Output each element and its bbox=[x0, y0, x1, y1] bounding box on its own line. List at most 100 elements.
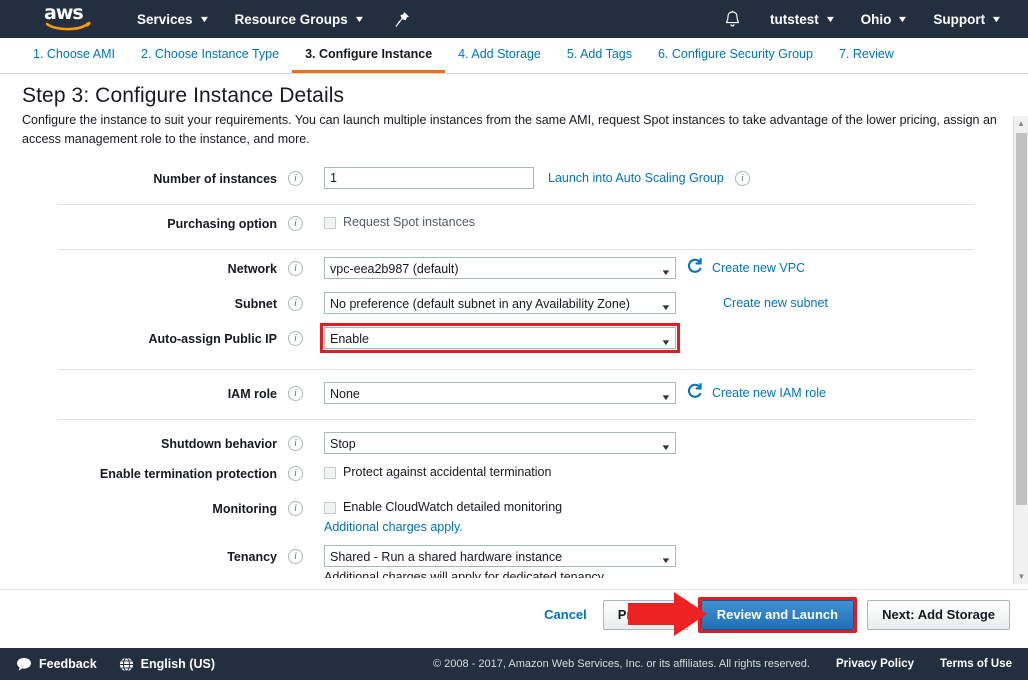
wizard-tab-7[interactable]: 7. Review bbox=[826, 47, 907, 73]
iam-role-select[interactable]: None ▼ bbox=[324, 382, 676, 404]
terms-of-use-link[interactable]: Terms of Use bbox=[940, 658, 1012, 670]
feedback-button[interactable]: Feedback bbox=[16, 657, 97, 672]
aws-smile-icon bbox=[46, 21, 91, 31]
info-icon[interactable]: i bbox=[288, 549, 303, 564]
wizard-tab-1[interactable]: 1. Choose AMI bbox=[20, 47, 128, 73]
wizard-tab-5[interactable]: 5. Add Tags bbox=[554, 47, 645, 73]
additional-charges-apply-link[interactable]: Additional charges apply. bbox=[324, 520, 987, 534]
nav-region-menu[interactable]: Ohio ▼ bbox=[848, 0, 921, 38]
request-spot-instances-checkbox[interactable] bbox=[324, 217, 336, 229]
info-icon[interactable]: i bbox=[288, 261, 303, 276]
create-new-vpc-link[interactable]: Create new VPC bbox=[712, 257, 805, 279]
auto-assign-public-ip-highlight: Enable ▼ bbox=[320, 323, 680, 353]
next-add-storage-button[interactable]: Next: Add Storage bbox=[867, 599, 1010, 630]
info-icon[interactable]: i bbox=[288, 386, 303, 401]
nav-account-label: tutstest bbox=[769, 11, 819, 27]
content-vertical-scrollbar[interactable]: ▲ ▼ bbox=[1013, 116, 1028, 584]
aws-wordmark: aws bbox=[44, 2, 84, 24]
create-new-iam-role-link[interactable]: Create new IAM role bbox=[712, 382, 826, 404]
cloudwatch-monitoring-label: Enable CloudWatch detailed monitoring bbox=[343, 500, 563, 514]
launch-into-auto-scaling-group-link[interactable]: Launch into Auto Scaling Group bbox=[548, 167, 724, 189]
chevron-down-icon: ▼ bbox=[660, 556, 672, 565]
page-heading-block: Step 3: Configure Instance Details Confi… bbox=[0, 74, 1028, 149]
subnet-select-value: No preference (default subnet in any Ava… bbox=[330, 297, 630, 311]
cancel-link[interactable]: Cancel bbox=[544, 607, 587, 622]
info-icon[interactable]: i bbox=[288, 466, 303, 481]
info-icon[interactable]: i bbox=[734, 171, 750, 186]
field-row-auto-assign-public-ip: Auto-assign Public IP i Enable ▼ bbox=[22, 320, 987, 355]
scroll-down-button[interactable]: ▼ bbox=[1014, 569, 1028, 584]
nav-resource-groups[interactable]: Resource Groups ▼ bbox=[221, 0, 376, 38]
language-selector[interactable]: English (US) bbox=[119, 656, 215, 672]
info-icon[interactable]: i bbox=[288, 436, 303, 451]
field-row-monitoring: Monitoring i Enable CloudWatch detailed … bbox=[22, 490, 987, 534]
field-row-number-of-instances: Number of instances i Launch into Auto S… bbox=[22, 160, 987, 195]
iam-role-select-value: None bbox=[330, 387, 360, 401]
globe-icon bbox=[119, 656, 133, 672]
previous-button[interactable]: Previous bbox=[602, 599, 688, 630]
auto-assign-public-ip-select[interactable]: Enable ▼ bbox=[324, 327, 676, 349]
nav-support-label: Support bbox=[933, 11, 986, 27]
chevron-down-icon: ▼ bbox=[990, 14, 1003, 24]
network-select-value: vpc-eea2b987 (default) bbox=[330, 262, 459, 276]
label-subnet: Subnet bbox=[234, 297, 277, 311]
network-select[interactable]: vpc-eea2b987 (default) ▼ bbox=[324, 257, 676, 279]
scroll-up-button[interactable]: ▲ bbox=[1014, 116, 1028, 131]
feedback-label: Feedback bbox=[39, 657, 97, 671]
chevron-down-icon: ▼ bbox=[824, 14, 836, 24]
nav-account-menu[interactable]: tutstest ▼ bbox=[757, 0, 848, 38]
nav-support-menu[interactable]: Support ▼ bbox=[920, 0, 1014, 38]
field-row-tenancy: Tenancy i Shared - Run a shared hardware… bbox=[22, 534, 987, 578]
page-title: Step 3: Configure Instance Details bbox=[22, 84, 345, 107]
configure-instance-form: Number of instances i Launch into Auto S… bbox=[22, 160, 1008, 588]
number-of-instances-input[interactable] bbox=[324, 167, 534, 189]
nav-services[interactable]: Services ▼ bbox=[124, 0, 221, 38]
refresh-iam-role-icon[interactable] bbox=[686, 382, 703, 406]
privacy-policy-link[interactable]: Privacy Policy bbox=[836, 658, 914, 670]
nav-services-label: Services bbox=[137, 11, 193, 27]
info-icon[interactable]: i bbox=[288, 171, 303, 186]
pushpin-icon[interactable] bbox=[395, 11, 410, 28]
info-icon[interactable]: i bbox=[288, 501, 303, 516]
nav-resource-groups-label: Resource Groups bbox=[234, 11, 348, 27]
nav-region-label: Ohio bbox=[860, 11, 892, 27]
nav-right-group: tutstest ▼ Ohio ▼ Support ▼ bbox=[708, 0, 1014, 38]
wizard-tab-3[interactable]: 3. Configure Instance bbox=[292, 47, 446, 73]
subnet-select[interactable]: No preference (default subnet in any Ava… bbox=[324, 292, 676, 314]
review-and-launch-button[interactable]: Review and Launch bbox=[700, 599, 855, 630]
shutdown-behavior-select[interactable]: Stop ▼ bbox=[324, 432, 676, 454]
label-monitoring: Monitoring bbox=[212, 502, 277, 516]
label-shutdown-behavior: Shutdown behavior bbox=[161, 437, 277, 451]
tenancy-note: Additional charges will apply for dedica… bbox=[324, 570, 607, 578]
field-row-iam-role: IAM role i None ▼ Create new IAM role bbox=[22, 370, 987, 406]
scrollbar-thumb[interactable] bbox=[1016, 133, 1027, 505]
bell-icon[interactable] bbox=[708, 10, 757, 28]
wizard-tab-2[interactable]: 2. Choose Instance Type bbox=[128, 47, 292, 73]
cloudwatch-monitoring-checkbox[interactable] bbox=[324, 502, 336, 514]
chevron-down-icon: ▼ bbox=[660, 268, 672, 277]
field-row-shutdown-behavior: Shutdown behavior i Stop ▼ bbox=[22, 420, 987, 455]
chevron-down-icon: ▼ bbox=[660, 338, 672, 347]
info-icon[interactable]: i bbox=[288, 216, 303, 231]
tenancy-select[interactable]: Shared - Run a shared hardware instance … bbox=[324, 545, 676, 567]
refresh-network-icon[interactable] bbox=[686, 257, 703, 281]
request-spot-instances-label: Request Spot instances bbox=[343, 215, 476, 229]
create-new-subnet-link[interactable]: Create new subnet bbox=[723, 292, 828, 314]
field-row-network: Network i vpc-eea2b987 (default) ▼ Creat… bbox=[22, 250, 987, 285]
field-row-subnet: Subnet i No preference (default subnet i… bbox=[22, 285, 987, 320]
review-and-launch-highlight: Review and Launch bbox=[697, 596, 858, 633]
tenancy-select-value: Shared - Run a shared hardware instance bbox=[330, 550, 563, 564]
copyright-text: © 2008 - 2017, Amazon Web Services, Inc.… bbox=[432, 658, 810, 670]
info-icon[interactable]: i bbox=[288, 296, 303, 311]
termination-protection-checkbox[interactable] bbox=[324, 467, 336, 479]
chevron-down-icon: ▼ bbox=[660, 443, 672, 452]
wizard-tab-6[interactable]: 6. Configure Security Group bbox=[645, 47, 826, 73]
wizard-step-tabs: 1. Choose AMI 2. Choose Instance Type 3. C… bbox=[0, 38, 1028, 74]
info-icon[interactable]: i bbox=[288, 331, 303, 346]
wizard-tab-4[interactable]: 4. Add Storage bbox=[445, 47, 554, 73]
label-auto-assign-public-ip: Auto-assign Public IP bbox=[148, 332, 278, 346]
label-enable-termination-protection: Enable termination protection bbox=[99, 467, 277, 481]
aws-logo[interactable]: aws bbox=[44, 4, 98, 34]
field-row-purchasing-option: Purchasing option i Request Spot instanc… bbox=[22, 205, 987, 240]
page-footer: Feedback English (US) © 2008 - 2017, Ama… bbox=[0, 648, 1028, 680]
